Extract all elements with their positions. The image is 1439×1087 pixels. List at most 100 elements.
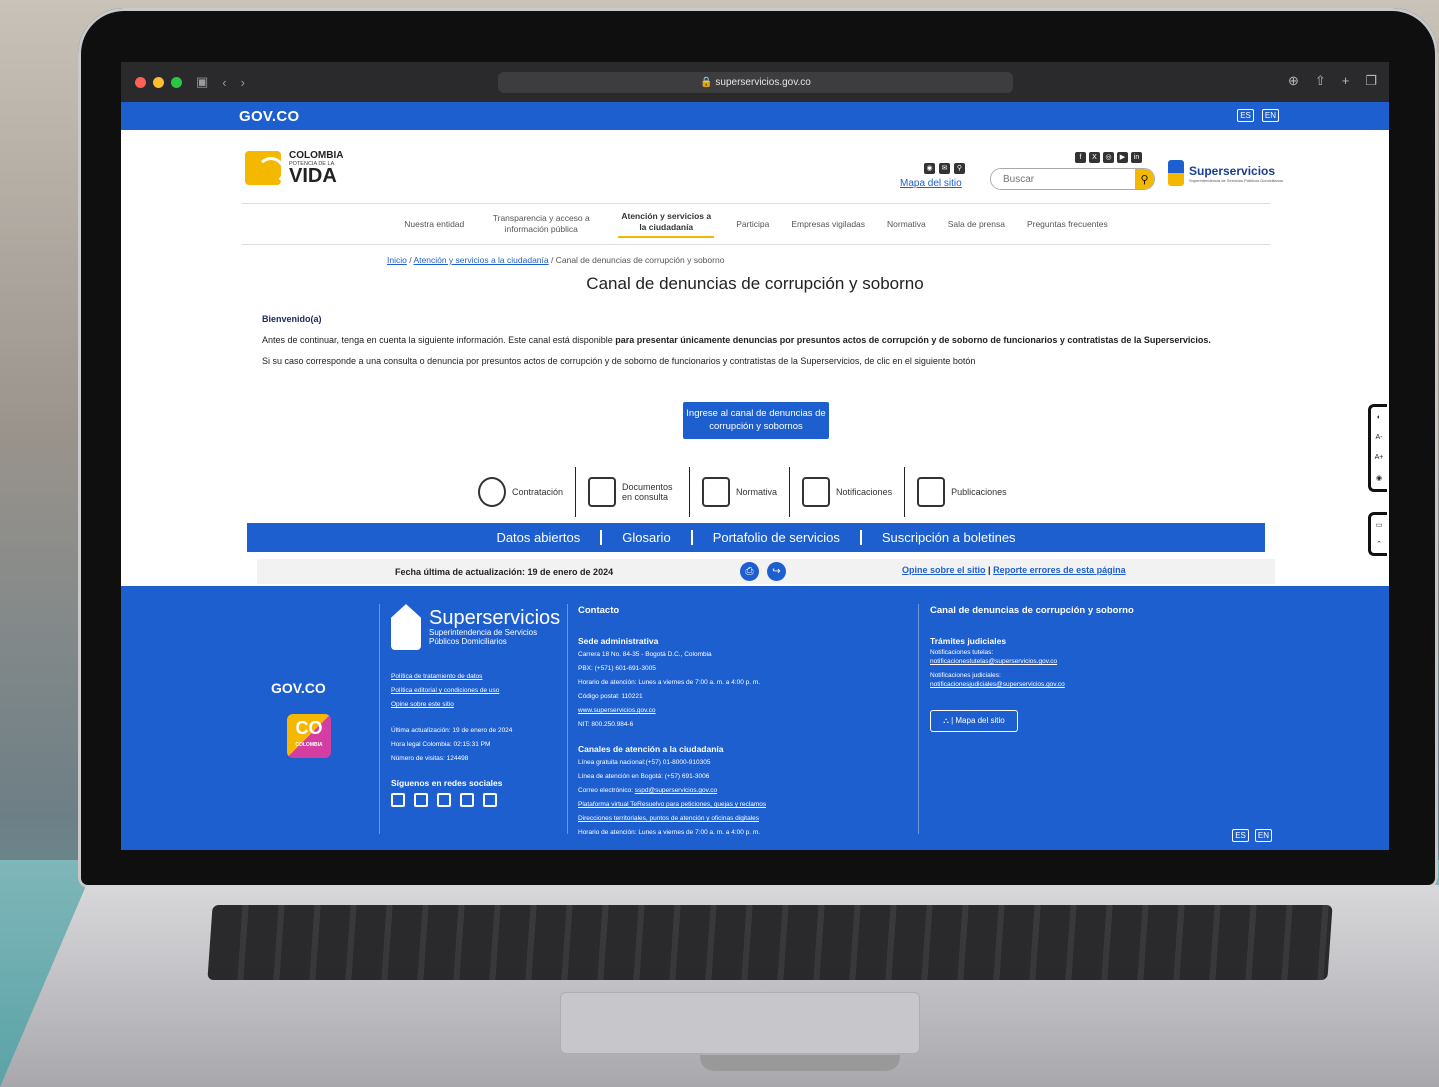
link-portafolio[interactable]: Portafolio de servicios <box>693 530 862 545</box>
link-datos-abiertos[interactable]: Datos abiertos <box>476 530 603 545</box>
link-glosario[interactable]: Glosario <box>602 530 693 545</box>
back-icon[interactable]: ‹ <box>222 75 226 90</box>
sign-language-icon[interactable]: ◉ <box>1376 474 1382 482</box>
nav-empresas-vigiladas[interactable]: Empresas vigiladas <box>791 219 865 230</box>
shortcut-normativa[interactable]: Normativa <box>690 467 791 517</box>
accessibility-icon[interactable]: ⚲ <box>954 163 965 174</box>
footer-col-policies: Política de tratamiento de datos Polític… <box>391 670 512 850</box>
email-label: Correo electrónico: <box>578 787 635 794</box>
footer-lang-en[interactable]: EN <box>1254 829 1272 842</box>
enter-complaints-button[interactable]: Ingrese al canal de denuncias de corrupc… <box>683 402 829 439</box>
shortcut-documentos[interactable]: Documentos en consulta <box>576 467 691 517</box>
breadcrumb-home[interactable]: Inicio <box>387 255 407 265</box>
nav-participa[interactable]: Participa <box>736 219 769 230</box>
scroll-top-icon[interactable]: ⌃ <box>1376 540 1382 548</box>
browser-toolbar: ▣ ‹ › 🔒 superservicios.gov.co ⊕ ⇧ + ❐ <box>121 62 1389 102</box>
document-icon <box>588 477 617 507</box>
footer-lang-es[interactable]: ES <box>1232 829 1249 842</box>
nav-atencion[interactable]: Atención y servicios a la ciudadanía <box>618 211 715 238</box>
tutelas-email-link[interactable]: notificacionestutelas@superservicios.gov… <box>930 658 1057 665</box>
close-window-button[interactable] <box>135 76 146 88</box>
footer-superservicios-logo[interactable]: Superservicios Superintendencia de Servi… <box>391 604 560 650</box>
teresuelvo-link[interactable]: Plataforma virtual TeResuelvo para petic… <box>578 801 766 808</box>
website-link[interactable]: www.superservicios.gov.co <box>578 707 656 714</box>
facebook-icon[interactable] <box>391 793 405 807</box>
linkedin-icon[interactable] <box>483 793 497 807</box>
lang-en-button[interactable]: EN <box>1261 109 1279 122</box>
p1-bold: para presentar únicamente denuncias por … <box>615 335 1211 345</box>
link-suscripcion[interactable]: Suscripción a boletines <box>862 530 1036 545</box>
policy-data-link[interactable]: Política de tratamiento de datos <box>391 673 482 680</box>
site-map-link[interactable]: Mapa del sitio <box>900 178 962 189</box>
shortcut-publicaciones[interactable]: Publicaciones <box>905 467 1019 517</box>
lock-icon: 🔒 <box>700 77 713 88</box>
facebook-icon[interactable]: f <box>1075 152 1086 163</box>
superservicios-footer-mark <box>391 604 421 650</box>
territorial-link[interactable]: Direcciones territoriales, puntos de ate… <box>578 815 759 822</box>
breadcrumb-section[interactable]: Atención y servicios a la ciudadanía <box>413 255 548 265</box>
footer-social-heading: Síguenos en redes sociales <box>391 778 503 788</box>
footer-ss-sub1: Superintendencia de Servicios <box>429 628 538 637</box>
forward-icon[interactable]: › <box>241 75 245 90</box>
email-link[interactable]: sspd@superservicios.gov.co <box>635 787 717 794</box>
tabs-overview-icon[interactable]: ❐ <box>1365 73 1377 89</box>
contrast-icon[interactable]: ◐ <box>1377 414 1381 421</box>
youtube-icon[interactable] <box>460 793 474 807</box>
zoom-window-button[interactable] <box>171 76 182 88</box>
youtube-icon[interactable]: ▶ <box>1117 152 1128 163</box>
minimize-window-button[interactable] <box>153 76 164 88</box>
new-tab-icon[interactable]: + <box>1342 73 1350 89</box>
shortcut-label: Publicaciones <box>951 487 1007 497</box>
footer-divider <box>567 604 568 834</box>
footer-language-switch: ES EN <box>1232 829 1272 842</box>
share-icon[interactable]: ⇧ <box>1315 73 1326 89</box>
decrease-text-icon[interactable]: A- <box>1376 434 1383 441</box>
x-icon[interactable] <box>414 793 428 807</box>
opine-link[interactable]: Opine sobre el sitio <box>902 565 986 575</box>
opine-footer-link[interactable]: Opine sobre este sitio <box>391 701 454 708</box>
national-line-text: Línea gratuita nacional:(+57) 01-8000-91… <box>578 759 711 766</box>
nav-normativa[interactable]: Normativa <box>887 219 926 230</box>
search-input[interactable] <box>991 169 1135 189</box>
shortcut-contratacion[interactable]: Contratación <box>466 467 577 517</box>
print-icon[interactable]: ⎙ <box>740 562 759 581</box>
policy-editorial-link[interactable]: Política editorial y condiciones de uso <box>391 687 499 694</box>
sidebar-icon[interactable]: ▣ <box>196 74 208 90</box>
header-tools: ◉ ✉ ⚲ <box>924 163 965 174</box>
instagram-icon[interactable] <box>437 793 451 807</box>
ss-name: Superservicios <box>1189 163 1276 178</box>
footer-col-contact: Contacto Sede administrativa Carrera 18 … <box>578 604 766 850</box>
share-page-icon[interactable]: ↪ <box>767 562 786 581</box>
judiciales-email-link[interactable]: notificacionesjudiciales@superservicios.… <box>930 681 1065 688</box>
header-social-links: f X ◎ ▶ in <box>1075 152 1142 163</box>
nav-preguntas-frecuentes[interactable]: Preguntas frecuentes <box>1027 219 1108 230</box>
co-colombia-badge: CO COLOMBIA <box>287 714 331 758</box>
mail-icon[interactable]: ✉ <box>939 163 950 174</box>
x-icon[interactable]: X <box>1089 152 1100 163</box>
superservicios-logo[interactable]: Superservicios Superintendencia de Servi… <box>1168 160 1283 186</box>
shortcut-notificaciones[interactable]: Notificaciones <box>790 467 906 517</box>
download-icon[interactable]: ⊕ <box>1288 73 1299 89</box>
colombia-logo[interactable]: COLOMBIA POTENCIA DE LA VIDA <box>245 150 343 186</box>
welcome-heading: Bienvenido(a) <box>262 314 322 324</box>
nav-sala-de-prensa[interactable]: Sala de prensa <box>948 219 1005 230</box>
gov-logo[interactable]: GOV.CO <box>239 108 299 125</box>
report-errors-link[interactable]: Reporte errores de esta página <box>993 565 1126 575</box>
breadcrumb: Inicio / Atención y servicios a la ciuda… <box>387 255 724 265</box>
nav-nuestra-entidad[interactable]: Nuestra entidad <box>404 219 464 230</box>
linkedin-icon[interactable]: in <box>1131 152 1142 163</box>
tutelas-label: Notificaciones tutelas: <box>930 649 994 656</box>
nav-transparencia[interactable]: Transparencia y acceso a información púb… <box>486 213 596 235</box>
superservicios-mark <box>1168 160 1184 186</box>
increase-text-icon[interactable]: A+ <box>1375 454 1384 461</box>
footer-social-links <box>391 793 512 807</box>
search-button[interactable]: ⚲ <box>1135 169 1154 189</box>
footer-gov-logo[interactable]: GOV.CO <box>271 680 326 696</box>
chat-icon[interactable]: ▭ <box>1376 521 1383 529</box>
lang-es-button[interactable]: ES <box>1237 109 1254 122</box>
footer-site-map-button[interactable]: ⛬ | Mapa del sitio <box>930 710 1018 732</box>
instagram-icon[interactable]: ◎ <box>1103 152 1114 163</box>
address-bar[interactable]: 🔒 superservicios.gov.co <box>498 72 1013 93</box>
rss-icon[interactable]: ◉ <box>924 163 935 174</box>
last-update-text: Fecha última de actualización: 19 de ene… <box>395 566 614 577</box>
